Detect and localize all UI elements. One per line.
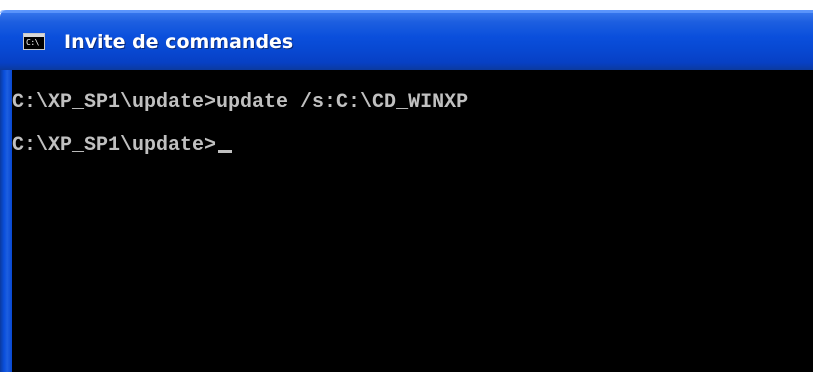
text-cursor (218, 150, 233, 153)
window-title: Invite de commandes (64, 31, 294, 53)
console-icon[interactable]: C:\ (23, 33, 45, 50)
title-bar[interactable]: C:\ Invite de commandes (0, 10, 813, 70)
console-prompt-text: C:\XP_SP1\update> (12, 134, 217, 157)
console-line-2: C:\XP_SP1\update> (12, 135, 813, 157)
command-prompt-window: C:\ Invite de commandes C:\XP_SP1\update… (0, 0, 813, 372)
window-left-border (0, 70, 12, 372)
console-line-1: C:\XP_SP1\update>update /s:C:\CD_WINXP (12, 92, 813, 114)
console-icon-text: C:\ (26, 38, 39, 47)
console-line-1-text: C:\XP_SP1\update>update /s:C:\CD_WINXP (12, 91, 469, 114)
console-output[interactable]: C:\XP_SP1\update>update /s:C:\CD_WINXP C… (12, 70, 813, 372)
